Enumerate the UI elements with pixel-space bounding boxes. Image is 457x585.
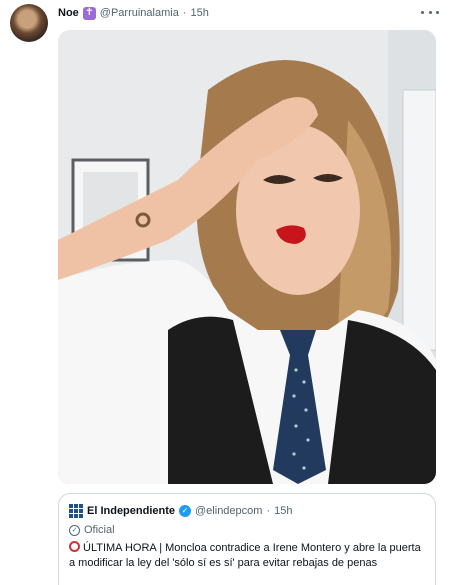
quoted-tweet[interactable]: El Independiente ✓ @elindepcom · 15h ✓ O… <box>58 493 436 585</box>
separator-dot: · <box>182 7 187 19</box>
official-check-icon: ✓ <box>69 524 80 536</box>
quoted-author-name[interactable]: El Independiente <box>87 505 175 517</box>
tweet[interactable]: Noe ✝ @Parruinalamia · 15h El Independie… <box>0 0 457 585</box>
quoted-tweet-header: El Independiente ✓ @elindepcom · 15h <box>69 503 425 519</box>
quoted-text-body: ÚLTIMA HORA | Moncloa contradice a Irene… <box>69 542 421 569</box>
photo-illustration <box>58 30 436 484</box>
more-horizontal-icon[interactable] <box>421 6 439 18</box>
separator-dot: · <box>266 505 271 517</box>
verified-icon: ✓ <box>179 505 192 517</box>
el-independiente-logo-icon <box>69 504 83 518</box>
quoted-timestamp[interactable]: 15h <box>274 505 292 517</box>
red-circle-icon <box>69 541 80 552</box>
tweet-timestamp[interactable]: 15h <box>190 7 208 19</box>
latin-cross-icon: ✝ <box>82 6 96 20</box>
official-label: ✓ Oficial <box>69 523 425 537</box>
user-handle[interactable]: @Parruinalamia <box>100 7 179 19</box>
tweet-header: Noe ✝ @Parruinalamia · 15h <box>58 5 209 21</box>
quoted-author-handle[interactable]: @elindepcom <box>195 505 262 517</box>
official-label-text: Oficial <box>84 524 115 536</box>
quoted-tweet-text: ÚLTIMA HORA | Moncloa contradice a Irene… <box>69 541 425 571</box>
display-name[interactable]: Noe <box>58 7 79 19</box>
avatar[interactable] <box>10 4 48 42</box>
tweet-photo[interactable] <box>58 30 436 484</box>
